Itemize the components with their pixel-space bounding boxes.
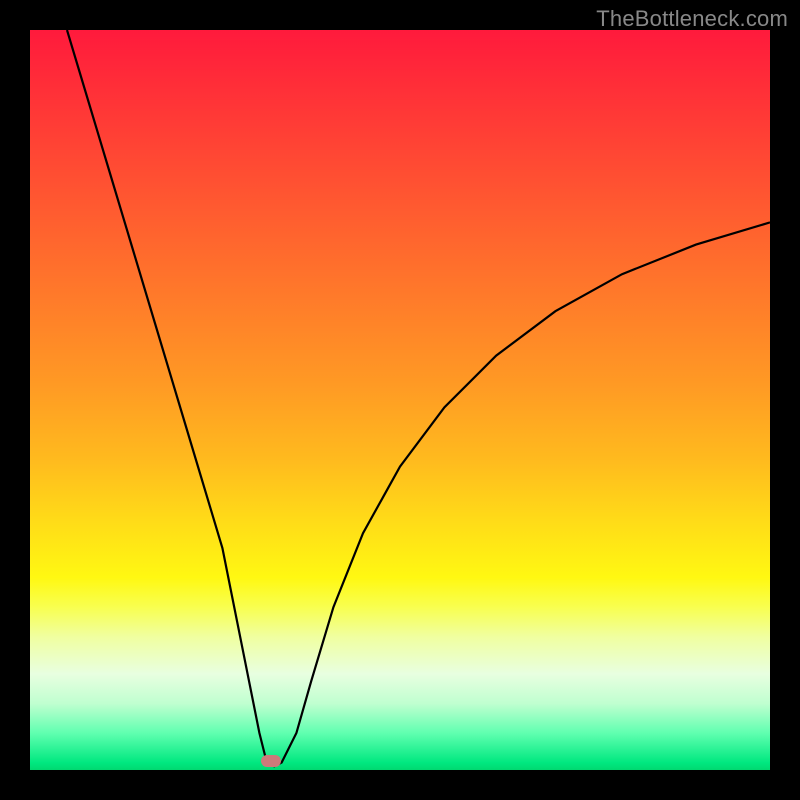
watermark-text: TheBottleneck.com (596, 6, 788, 32)
plot-area (30, 30, 770, 770)
optimum-marker (261, 755, 281, 767)
bottleneck-curve (30, 30, 770, 770)
